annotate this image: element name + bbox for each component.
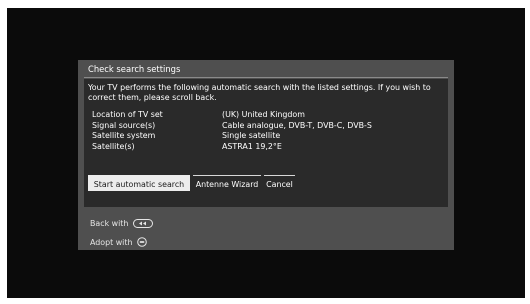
setting-row-signal-source: Signal source(s) Cable analogue, DVB-T, …: [92, 121, 442, 132]
back-hint: Back with: [90, 219, 153, 228]
content-panel: Your TV performs the following automatic…: [84, 79, 448, 207]
intro-line: Your TV performs the following automatic…: [88, 83, 431, 92]
dialog-title: Check search settings: [88, 64, 181, 74]
back-key-icon: [132, 219, 153, 228]
cancel-button[interactable]: Cancel: [264, 175, 295, 191]
title-divider: [84, 77, 448, 78]
setting-label: Signal source(s): [92, 120, 156, 130]
setting-label: Satellite(s): [92, 141, 135, 151]
setting-value: Cable analogue, DVB-T, DVB-C, DVB-S: [222, 120, 372, 130]
intro-text: Your TV performs the following automatic…: [88, 83, 444, 102]
ok-key-icon: [137, 237, 147, 247]
setting-row-satellite-system: Satellite system Single satellite: [92, 131, 442, 142]
setting-row-satellites: Satellite(s) ASTRA1 19,2°E: [92, 142, 442, 153]
intro-line: correct them, please scroll back.: [88, 92, 217, 102]
tv-screen: Check search settings Your TV performs t…: [7, 8, 525, 298]
settings-list: Location of TV set (UK) United Kingdom S…: [92, 110, 442, 152]
setting-value: (UK) United Kingdom: [222, 110, 305, 119]
search-settings-dialog: Check search settings Your TV performs t…: [78, 60, 454, 250]
adopt-hint: Adopt with: [90, 237, 147, 247]
setting-value: ASTRA1 19,2°E: [222, 141, 282, 151]
setting-label: Satellite system: [92, 131, 156, 140]
start-automatic-search-button[interactable]: Start automatic search: [88, 175, 190, 191]
setting-value: Single satellite: [222, 131, 281, 140]
antenne-wizard-button[interactable]: Antenne Wizard: [193, 175, 261, 191]
setting-label: Location of TV set: [92, 110, 163, 119]
adopt-hint-label: Adopt with: [90, 238, 133, 247]
back-hint-label: Back with: [90, 219, 129, 228]
setting-row-location: Location of TV set (UK) United Kingdom: [92, 110, 442, 121]
